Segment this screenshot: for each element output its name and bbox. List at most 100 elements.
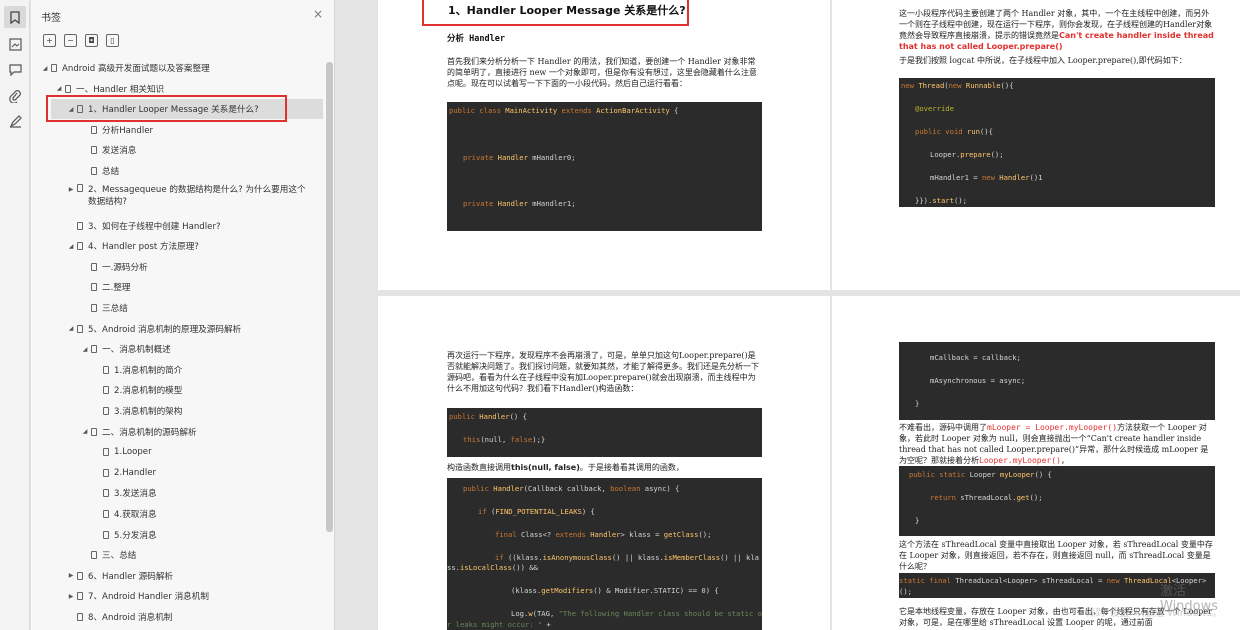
bookmark-page-icon bbox=[103, 448, 109, 457]
bookmark-item[interactable]: 1.消息机制的简介 bbox=[93, 360, 323, 380]
expand-arrow-icon[interactable]: ◢ bbox=[67, 243, 75, 250]
paragraph: 再次运行一下程序，发现程序不会再崩溃了，可是，单单只加这句Looper.prep… bbox=[447, 351, 759, 393]
bookmark-item[interactable]: ◢ 二、消息机制的源码解析 bbox=[81, 422, 323, 442]
bookmark-label: 3、如何在子线程中创建 Handler? bbox=[88, 221, 221, 232]
bookmark-page-icon bbox=[103, 489, 109, 498]
expand-arrow-icon[interactable]: ▶ bbox=[67, 184, 75, 196]
bookmark-item[interactable]: 三总结 bbox=[81, 298, 323, 318]
bookmark-label: 4、Handler post 方法原理? bbox=[88, 242, 199, 253]
bookmark-label: 发送消息 bbox=[102, 146, 137, 157]
expand-arrow-icon[interactable]: ◢ bbox=[55, 85, 63, 92]
code-line: return sThreadLocal.get(); bbox=[930, 493, 1043, 502]
bookmark-label: 2、Messagequeue 的数据结构是什么? 为什么要用这个数据结构? bbox=[88, 184, 306, 207]
bookmark-item[interactable]: 发送消息 bbox=[81, 140, 323, 160]
bookmark-label: 一、消息机制概述 bbox=[102, 345, 171, 356]
bookmark-item[interactable]: ◢ Android 高级开发面试题以及答案整理 bbox=[41, 58, 323, 78]
collapse-all-icon[interactable]: − bbox=[64, 34, 77, 47]
bookmark-page-icon bbox=[103, 510, 109, 518]
document-page-2: 这一小段程序代码主要创建了两个 Handler 对象，其中，一个在主线程中创建，… bbox=[832, 0, 1240, 290]
bookmark-item[interactable]: 8、Android 消息机制 bbox=[67, 607, 323, 627]
code-line: ss.isLocalClass()) && bbox=[447, 563, 538, 572]
code-line: Looper.prepare(); bbox=[930, 150, 1004, 159]
code-block: new Thread(new Runnable(){ @override pub… bbox=[899, 78, 1215, 207]
expand-all-icon[interactable]: + bbox=[43, 34, 56, 47]
expand-arrow-icon[interactable]: ▶ bbox=[67, 572, 75, 579]
bookmark-page-icon bbox=[91, 167, 97, 175]
bookmark-item[interactable]: ◢ 5、Android 消息机制的原理及源码解析 bbox=[67, 319, 323, 339]
code-line: mAsynchronous = async; bbox=[930, 376, 1026, 385]
bookmark-item[interactable]: 总结 bbox=[81, 161, 323, 181]
code-line: mHandler1 = new Handler()1 bbox=[930, 173, 1043, 182]
bookmark-settings-icon[interactable]: ▯ bbox=[106, 34, 119, 47]
expand-arrow-icon[interactable]: ◢ bbox=[67, 325, 75, 332]
code-block: public Handler() { this(null, false);} bbox=[447, 408, 762, 457]
bookmark-label: 分析Handler bbox=[102, 125, 154, 136]
bookmark-page-icon bbox=[91, 262, 97, 271]
bookmark-label: 三、总结 bbox=[102, 551, 137, 562]
bookmark-label: 6、Handler 源码解析 bbox=[88, 571, 174, 582]
bookmark-item[interactable]: 三、总结 bbox=[81, 545, 323, 565]
code-line: public class MainActivity extends Action… bbox=[449, 106, 679, 115]
bookmark-label: 2.Handler bbox=[114, 467, 157, 478]
bookmark-item[interactable]: 4.获取消息 bbox=[93, 504, 323, 524]
paragraph: 这一小段程序代码主要创建了两个 Handler 对象，其中，一个在主线程中创建，… bbox=[899, 9, 1214, 51]
bookmark-label: 7、Android Handler 消息机制 bbox=[88, 592, 209, 603]
add-bookmark-icon[interactable]: ◘ bbox=[85, 34, 98, 47]
code-line: new Thread(new Runnable(){ bbox=[901, 81, 1014, 90]
bookmark-page-icon bbox=[77, 221, 83, 230]
bookmark-item[interactable]: 二.整理 bbox=[81, 277, 323, 297]
bookmark-label: 8、Android 消息机制 bbox=[88, 613, 173, 623]
bookmark-label: 二、消息机制的源码解析 bbox=[102, 427, 197, 438]
bookmark-item[interactable]: 3.发送消息 bbox=[93, 483, 323, 503]
close-icon[interactable]: × bbox=[313, 7, 323, 21]
bookmark-label: 1.消息机制的简介 bbox=[114, 365, 183, 376]
bookmark-page-icon bbox=[77, 592, 83, 601]
bookmark-page-icon bbox=[103, 386, 109, 395]
expand-arrow-icon[interactable]: ◢ bbox=[41, 65, 49, 72]
bookmark-item[interactable]: 2.消息机制的模型 bbox=[93, 380, 323, 400]
bookmark-page-icon bbox=[77, 571, 83, 580]
bookmark-item[interactable]: 一.源码分析 bbox=[81, 257, 323, 277]
bookmark-page-icon bbox=[91, 125, 97, 134]
bookmark-icon[interactable] bbox=[4, 6, 26, 28]
code-line: (); bbox=[899, 587, 912, 596]
bookmark-item[interactable]: 1.Looper bbox=[93, 442, 323, 462]
code-block: public static Looper myLooper() { return… bbox=[899, 466, 1215, 536]
bookmark-item[interactable]: ▶ 6、Handler 源码解析 bbox=[67, 566, 323, 586]
bookmark-item[interactable]: ◢ 4、Handler post 方法原理? bbox=[67, 236, 323, 256]
attachment-icon[interactable] bbox=[7, 88, 23, 104]
comment-icon[interactable] bbox=[7, 62, 23, 78]
bookmark-item[interactable]: ◢ 一、消息机制概述 bbox=[81, 339, 323, 359]
bookmark-item[interactable]: 分析Handler bbox=[81, 120, 323, 140]
bookmark-label: 2.消息机制的模型 bbox=[114, 386, 183, 397]
selected-bookmark-highlight bbox=[46, 95, 287, 122]
bookmark-label: 5、Android 消息机制的原理及源码解析 bbox=[88, 324, 242, 335]
expand-arrow-icon[interactable]: ◢ bbox=[81, 428, 89, 435]
expand-arrow-icon[interactable]: ◢ bbox=[81, 346, 89, 353]
bookmark-page-icon bbox=[77, 183, 83, 192]
bookmark-item[interactable]: 3.消息机制的架构 bbox=[93, 401, 323, 421]
code-line: final Class<? extends Handler> klass = g… bbox=[495, 530, 712, 539]
bookmark-page-icon bbox=[51, 64, 57, 72]
code-line: private Handler mHandler1; bbox=[463, 199, 576, 208]
bookmark-item[interactable]: 2.Handler bbox=[93, 463, 323, 483]
signature-icon[interactable] bbox=[7, 113, 23, 129]
bookmark-page-icon bbox=[65, 84, 71, 93]
bookmark-item[interactable]: 5.分发消息 bbox=[93, 525, 323, 545]
paragraph: 这个方法在 sThreadLocal 变量中直接取出 Looper 对象，若 s… bbox=[899, 540, 1213, 571]
bookmark-item[interactable]: 3、如何在子线程中创建 Handler? bbox=[67, 216, 323, 236]
expand-arrow-icon[interactable]: ▶ bbox=[67, 593, 75, 600]
code-line: mCallback = callback; bbox=[930, 353, 1021, 362]
thumbnail-icon[interactable] bbox=[7, 36, 23, 52]
subheading: 分析 Handler bbox=[447, 34, 505, 44]
bookmark-page-icon bbox=[91, 427, 97, 436]
code-line: (klass.getModifiers() & Modifier.STATIC)… bbox=[511, 586, 719, 595]
bookmark-item[interactable]: ▶ 7、Android Handler 消息机制 bbox=[67, 586, 323, 606]
bookmark-label: 一.源码分析 bbox=[102, 262, 148, 273]
bookmark-item[interactable]: ▶ 2、Messagequeue 的数据结构是什么? 为什么要用这个数据结构? bbox=[67, 182, 323, 210]
bookmark-page-icon bbox=[77, 242, 83, 251]
bookmark-label: 三总结 bbox=[102, 304, 128, 314]
bookmark-page-icon bbox=[91, 551, 97, 560]
panel-scrollbar[interactable] bbox=[326, 62, 333, 532]
bookmark-label: 二.整理 bbox=[102, 283, 131, 294]
